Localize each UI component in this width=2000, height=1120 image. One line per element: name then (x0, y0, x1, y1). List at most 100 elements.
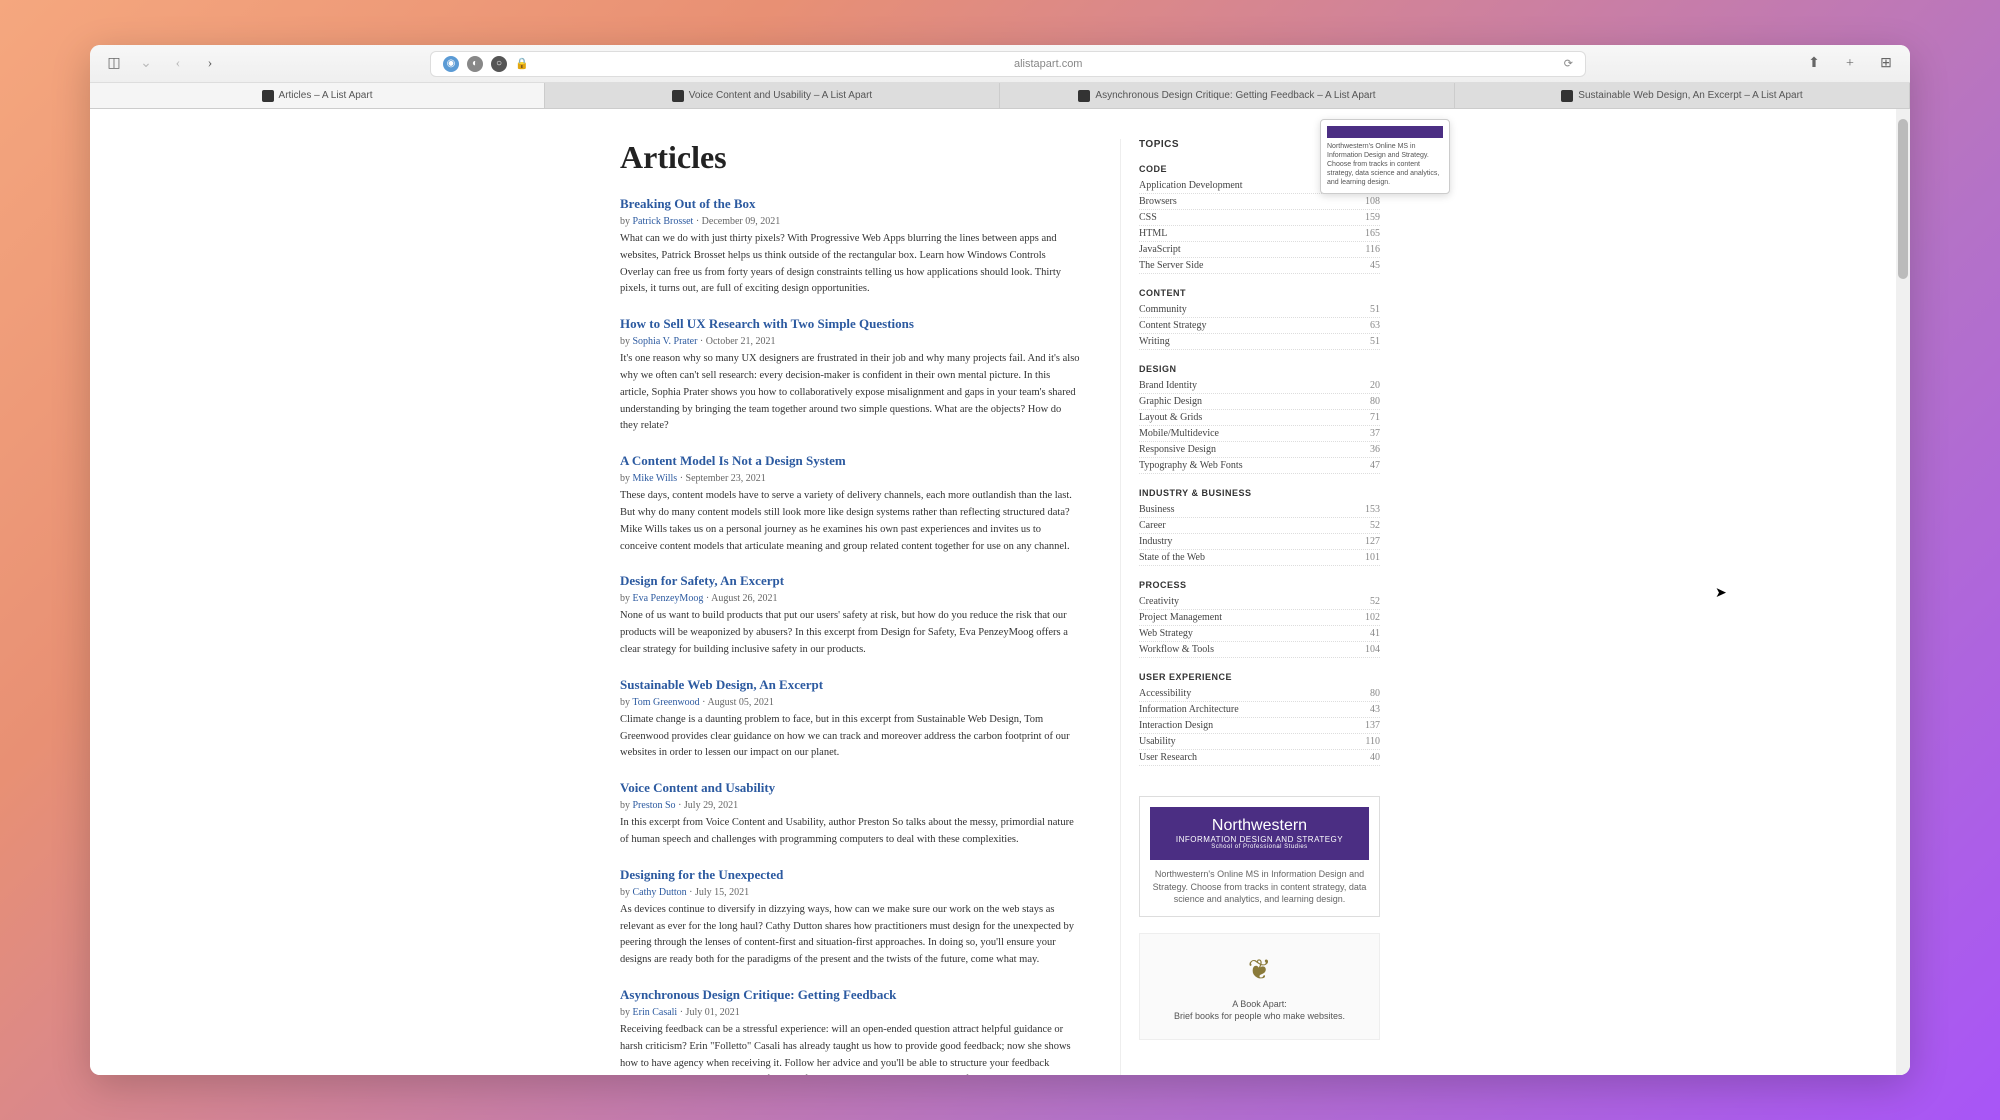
topic-group-title: DESIGN (1139, 364, 1380, 374)
forward-button[interactable]: › (198, 52, 222, 76)
favicon-icon (672, 90, 684, 102)
sidebar-toggle-button[interactable]: ◫ (102, 52, 126, 76)
topic-link[interactable]: State of the Web101 (1139, 550, 1380, 566)
topic-group-title: PROCESS (1139, 580, 1380, 590)
topic-link[interactable]: Content Strategy63 (1139, 318, 1380, 334)
topic-group: PROCESS Creativity52Project Management102… (1139, 580, 1380, 658)
article-item: A Content Model Is Not a Design System b… (620, 453, 1080, 555)
tabs-overview-button[interactable]: ⊞ (1874, 52, 1898, 76)
topic-link[interactable]: Industry127 (1139, 534, 1380, 550)
article-title-link[interactable]: Designing for the Unexpected (620, 867, 1080, 883)
article-item: How to Sell UX Research with Two Simple … (620, 316, 1080, 435)
topic-link[interactable]: Workflow & Tools104 (1139, 642, 1380, 658)
topic-link[interactable]: Interaction Design137 (1139, 718, 1380, 734)
page-title: Articles (620, 139, 1080, 176)
article-author-link[interactable]: Preston So (633, 800, 676, 811)
cursor-icon: ➤ (1715, 585, 1727, 602)
favicon-icon (262, 90, 274, 102)
favicon-icon (1561, 90, 1573, 102)
scrollbar-thumb[interactable] (1898, 119, 1908, 279)
tab-async-feedback[interactable]: Asynchronous Design Critique: Getting Fe… (1000, 83, 1455, 108)
article-title-link[interactable]: Breaking Out of the Box (620, 196, 1080, 212)
refresh-icon[interactable]: ⟳ (1564, 57, 1573, 70)
topic-link[interactable]: Graphic Design80 (1139, 394, 1380, 410)
topic-link[interactable]: Writing51 (1139, 334, 1380, 350)
topic-link[interactable]: CSS159 (1139, 210, 1380, 226)
topic-link[interactable]: Usability110 (1139, 734, 1380, 750)
topic-link[interactable]: Browsers108 (1139, 194, 1380, 210)
topic-link[interactable]: Typography & Web Fonts47 (1139, 458, 1380, 474)
topic-link[interactable]: HTML165 (1139, 226, 1380, 242)
topic-link[interactable]: The Server Side45 (1139, 258, 1380, 274)
book-text: Brief books for people who make websites… (1156, 1010, 1363, 1023)
browser-window: ◫ ⌄ ‹ › ◉ ◐ ○ 🔒 alistapart.com ⟳ ⬆ + ⊞ A… (90, 45, 1910, 1075)
new-tab-button[interactable]: + (1838, 52, 1862, 76)
topic-link[interactable]: User Research40 (1139, 750, 1380, 766)
article-title-link[interactable]: Asynchronous Design Critique: Getting Fe… (620, 987, 1080, 1003)
dropdown-button[interactable]: ⌄ (134, 52, 158, 76)
article-title-link[interactable]: A Content Model Is Not a Design System (620, 453, 1080, 469)
topic-group-title: INDUSTRY & BUSINESS (1139, 488, 1380, 498)
article-author-link[interactable]: Sophia V. Prater (633, 336, 698, 347)
article-excerpt: Climate change is a daunting problem to … (620, 712, 1080, 762)
topic-link[interactable]: Business153 (1139, 502, 1380, 518)
book-promo[interactable]: ❦ A Book Apart: Brief books for people w… (1139, 933, 1380, 1040)
article-title-link[interactable]: Voice Content and Usability (620, 780, 1080, 796)
article-meta: by Tom Greenwood · August 05, 2021 (620, 697, 1080, 708)
topic-group: USER EXPERIENCE Accessibility80Informatio… (1139, 672, 1380, 766)
article-excerpt: None of us want to build products that p… (620, 608, 1080, 658)
ad-banner: Northwestern INFORMATION DESIGN AND STRA… (1150, 807, 1369, 860)
topic-link[interactable]: Information Architecture43 (1139, 702, 1380, 718)
shield-icon[interactable]: ◉ (443, 56, 459, 72)
article-title-link[interactable]: How to Sell UX Research with Two Simple … (620, 316, 1080, 332)
topic-link[interactable]: Creativity52 (1139, 594, 1380, 610)
privacy-icon[interactable]: ◐ (467, 56, 483, 72)
share-button[interactable]: ⬆ (1802, 52, 1826, 76)
back-button[interactable]: ‹ (166, 52, 190, 76)
article-meta: by Patrick Brosset · December 09, 2021 (620, 216, 1080, 227)
topic-link[interactable]: Mobile/Multidevice37 (1139, 426, 1380, 442)
sponsor-ad[interactable]: Northwestern INFORMATION DESIGN AND STRA… (1139, 796, 1380, 917)
topic-link[interactable]: JavaScript116 (1139, 242, 1380, 258)
topic-link[interactable]: Layout & Grids71 (1139, 410, 1380, 426)
tab-voice-content[interactable]: Voice Content and Usability – A List Apa… (545, 83, 1000, 108)
topic-link[interactable]: Responsive Design36 (1139, 442, 1380, 458)
topic-link[interactable]: Career52 (1139, 518, 1380, 534)
address-bar[interactable]: ◉ ◐ ○ 🔒 alistapart.com ⟳ (430, 51, 1586, 77)
article-excerpt: These days, content models have to serve… (620, 488, 1080, 555)
article-item: Design for Safety, An Excerpt by Eva Pen… (620, 573, 1080, 658)
article-author-link[interactable]: Patrick Brosset (633, 216, 694, 227)
article-item: Sustainable Web Design, An Excerpt by To… (620, 677, 1080, 762)
topic-link[interactable]: Brand Identity20 (1139, 378, 1380, 394)
article-author-link[interactable]: Tom Greenwood (632, 697, 699, 708)
article-author-link[interactable]: Cathy Dutton (633, 887, 687, 898)
topic-link[interactable]: Accessibility80 (1139, 686, 1380, 702)
article-meta: by Preston So · July 29, 2021 (620, 800, 1080, 811)
topic-link[interactable]: Community51 (1139, 302, 1380, 318)
main-column: Articles Breaking Out of the Box by Patr… (620, 139, 1080, 1075)
article-item: Breaking Out of the Box by Patrick Bross… (620, 196, 1080, 298)
tooltip-preview-image (1327, 126, 1443, 138)
scrollbar[interactable] (1896, 109, 1910, 1075)
topic-link[interactable]: Project Management102 (1139, 610, 1380, 626)
article-item: Designing for the Unexpected by Cathy Du… (620, 867, 1080, 969)
article-excerpt: In this excerpt from Voice Content and U… (620, 815, 1080, 849)
article-author-link[interactable]: Erin Casali (633, 1007, 678, 1018)
topic-group: DESIGN Brand Identity20Graphic Design80La… (1139, 364, 1380, 474)
article-title-link[interactable]: Design for Safety, An Excerpt (620, 573, 1080, 589)
article-meta: by Cathy Dutton · July 15, 2021 (620, 887, 1080, 898)
reader-icon[interactable]: ○ (491, 56, 507, 72)
article-author-link[interactable]: Eva PenzeyMoog (633, 593, 704, 604)
topic-link[interactable]: Web Strategy41 (1139, 626, 1380, 642)
topic-group-title: USER EXPERIENCE (1139, 672, 1380, 682)
content-area: Articles Breaking Out of the Box by Patr… (90, 109, 1910, 1075)
article-meta: by Eva PenzeyMoog · August 26, 2021 (620, 593, 1080, 604)
tab-articles[interactable]: Articles – A List Apart (90, 83, 545, 108)
sidebar-column: Northwestern's Online MS in Information … (1120, 139, 1380, 1075)
article-title-link[interactable]: Sustainable Web Design, An Excerpt (620, 677, 1080, 693)
article-author-link[interactable]: Mike Wills (633, 473, 678, 484)
article-excerpt: What can we do with just thirty pixels? … (620, 231, 1080, 298)
topic-group: INDUSTRY & BUSINESS Business153Career52In… (1139, 488, 1380, 566)
tab-sustainable[interactable]: Sustainable Web Design, An Excerpt – A L… (1455, 83, 1910, 108)
article-excerpt: It's one reason why so many UX designers… (620, 351, 1080, 435)
